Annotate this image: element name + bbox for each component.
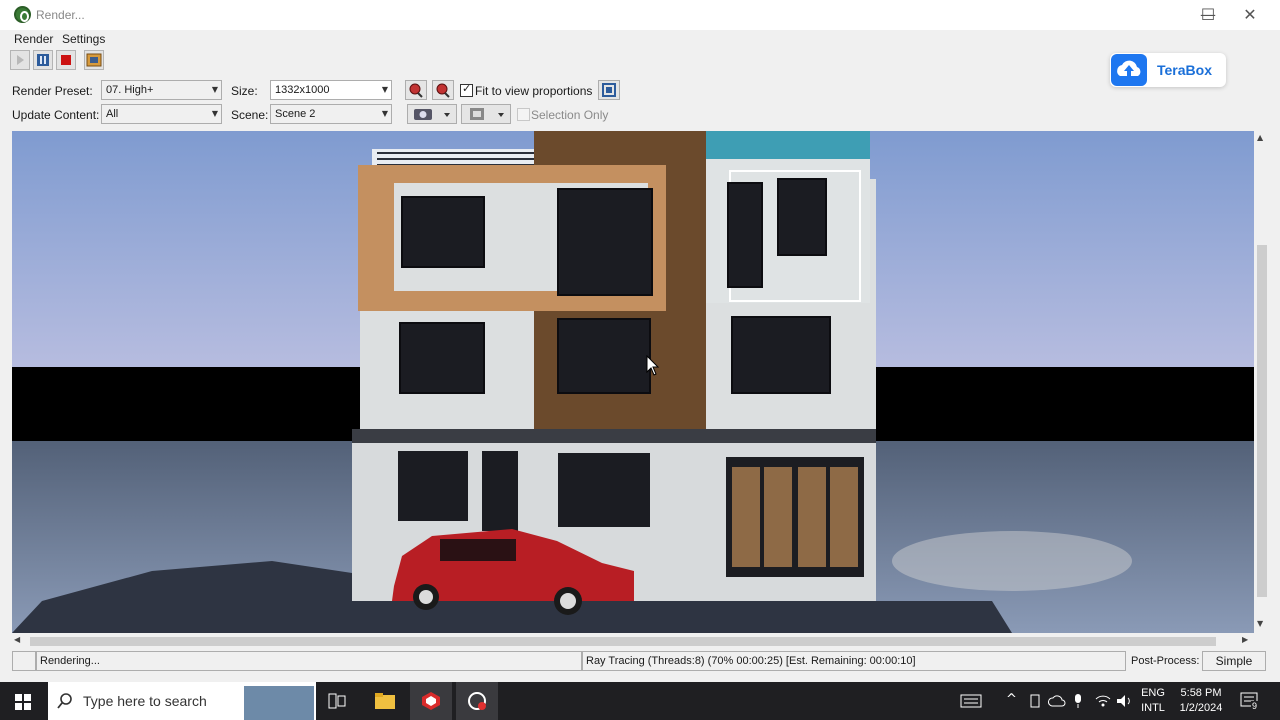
search-icon <box>57 693 72 709</box>
post-process-label: Post-Process: <box>1131 655 1200 667</box>
app-icon <box>14 6 31 23</box>
zoom-out-button[interactable] <box>432 80 454 100</box>
wifi-icon[interactable] <box>1094 694 1112 708</box>
vertical-scroll-thumb[interactable] <box>1257 245 1267 597</box>
minimize-button-alt[interactable] <box>1142 0 1186 30</box>
fit-to-view-checkbox[interactable] <box>460 82 473 97</box>
fit-view-icon <box>602 83 616 97</box>
maximize-button[interactable]: ☐ <box>1186 0 1230 30</box>
camera-icon <box>414 109 450 120</box>
render-task[interactable] <box>456 682 498 720</box>
render-viewport[interactable] <box>12 131 1254 633</box>
language-top: ENG <box>1141 687 1165 699</box>
scene-value: Scene 2 <box>275 108 316 120</box>
pause-icon <box>37 54 49 66</box>
status-bar: Rendering... Ray Tracing (Threads:8) (70… <box>0 649 1280 682</box>
play-button[interactable] <box>10 50 30 70</box>
title-bar: Render... — ☐ ✕ <box>0 0 1280 30</box>
chevron-down-icon: ▼ <box>211 85 218 94</box>
update-content-select[interactable]: All ▼ <box>101 104 222 124</box>
status-indicator <box>12 651 36 671</box>
zoom-in-button[interactable] <box>405 80 427 100</box>
cloud-sync-icon[interactable] <box>1048 694 1066 708</box>
chevron-down-icon: ▼ <box>211 109 218 118</box>
post-process-button[interactable]: Simple <box>1202 651 1266 671</box>
windows-start-icon[interactable] <box>15 694 31 710</box>
render-preset-select[interactable]: 07. High+ ▼ <box>101 80 222 100</box>
region-dropdown[interactable] <box>461 104 511 124</box>
pause-button[interactable] <box>33 50 53 70</box>
fit-view-button[interactable] <box>598 80 620 100</box>
chevron-down-icon: ▼ <box>381 109 388 118</box>
save-image-button[interactable] <box>84 50 104 70</box>
region-icon <box>470 108 504 120</box>
sketchup-task[interactable] <box>410 682 452 720</box>
status-text: Rendering... <box>36 651 582 671</box>
vertical-scrollbar[interactable]: ▲ ▼ <box>1254 131 1270 633</box>
render-preset-label: Render Preset: <box>12 84 93 98</box>
stop-icon <box>61 55 71 65</box>
menu-render[interactable]: Render <box>14 32 53 46</box>
volume-icon[interactable] <box>1116 694 1134 708</box>
search-highlight-image <box>244 686 314 720</box>
chevron-down-icon: ▼ <box>381 85 388 94</box>
render-window: Render... — ☐ ✕ Render Settings Render P… <box>0 0 1280 682</box>
clock-date: 1/2/2024 <box>1179 702 1223 714</box>
selection-only-label: Selection Only <box>531 108 609 122</box>
terabox-label: TeraBox <box>1157 62 1212 78</box>
save-image-icon <box>86 53 102 67</box>
clock[interactable]: 5:58 PM 1/2/2024 <box>1172 686 1230 716</box>
size-value: 1332x1000 <box>275 84 330 96</box>
file-explorer-icon[interactable] <box>374 691 396 711</box>
taskbar-search-box[interactable]: Type here to search <box>48 682 316 720</box>
zoom-in-icon <box>409 83 423 98</box>
menu-settings[interactable]: Settings <box>62 32 105 46</box>
scroll-up-arrow-icon[interactable]: ▲ <box>1257 133 1263 142</box>
news-widget-icon[interactable] <box>960 694 982 708</box>
size-select[interactable]: 1332x1000 ▼ <box>270 80 392 100</box>
render-preset-value: 07. High+ <box>106 84 154 96</box>
scroll-down-arrow-icon[interactable]: ▼ <box>1257 619 1263 628</box>
usb-device-icon[interactable] <box>1028 694 1042 708</box>
scroll-left-arrow-icon[interactable]: ◀ <box>14 635 20 644</box>
rendered-building-image <box>12 131 1254 633</box>
window-title: Render... <box>36 8 85 22</box>
horizontal-scrollbar[interactable]: ◀ ▶ <box>12 633 1254 649</box>
clock-time: 5:58 PM <box>1180 687 1222 699</box>
zoom-out-icon <box>436 83 450 98</box>
fit-to-view-label: Fit to view proportions <box>475 84 593 98</box>
stop-button[interactable] <box>56 50 76 70</box>
play-icon <box>17 55 24 65</box>
notification-count: 9 <box>1251 701 1259 711</box>
close-button[interactable]: ✕ <box>1228 0 1272 30</box>
search-placeholder: Type here to search <box>83 693 207 709</box>
terabox-badge[interactable]: TeraBox <box>1110 53 1226 87</box>
selection-only-checkbox[interactable] <box>517 108 530 121</box>
horizontal-scroll-thumb[interactable] <box>30 637 1216 646</box>
language-indicator[interactable]: ENG INTL <box>1138 686 1168 716</box>
chevron-up-icon[interactable]: ^ <box>1006 692 1017 707</box>
render-app-icon <box>468 692 486 710</box>
scene-label: Scene: <box>231 108 269 122</box>
menu-bar: Render Settings <box>0 30 1280 48</box>
scroll-right-arrow-icon[interactable]: ▶ <box>1242 635 1248 644</box>
microphone-icon[interactable] <box>1072 693 1084 709</box>
scene-select[interactable]: Scene 2 ▼ <box>270 104 392 124</box>
sketchup-icon <box>422 692 440 710</box>
task-view-icon[interactable] <box>328 693 346 709</box>
mouse-cursor-icon <box>646 355 660 376</box>
language-bottom: INTL <box>1141 702 1165 714</box>
update-content-label: Update Content: <box>12 108 100 122</box>
cloud-upload-icon <box>1111 54 1147 86</box>
progress-text: Ray Tracing (Threads:8) (70% 00:00:25) [… <box>582 651 1126 671</box>
size-label: Size: <box>231 84 258 98</box>
camera-dropdown[interactable] <box>407 104 457 124</box>
update-content-value: All <box>106 108 119 120</box>
taskbar: Type here to search ^ ENG INTL 5:58 PM 1… <box>0 682 1280 720</box>
